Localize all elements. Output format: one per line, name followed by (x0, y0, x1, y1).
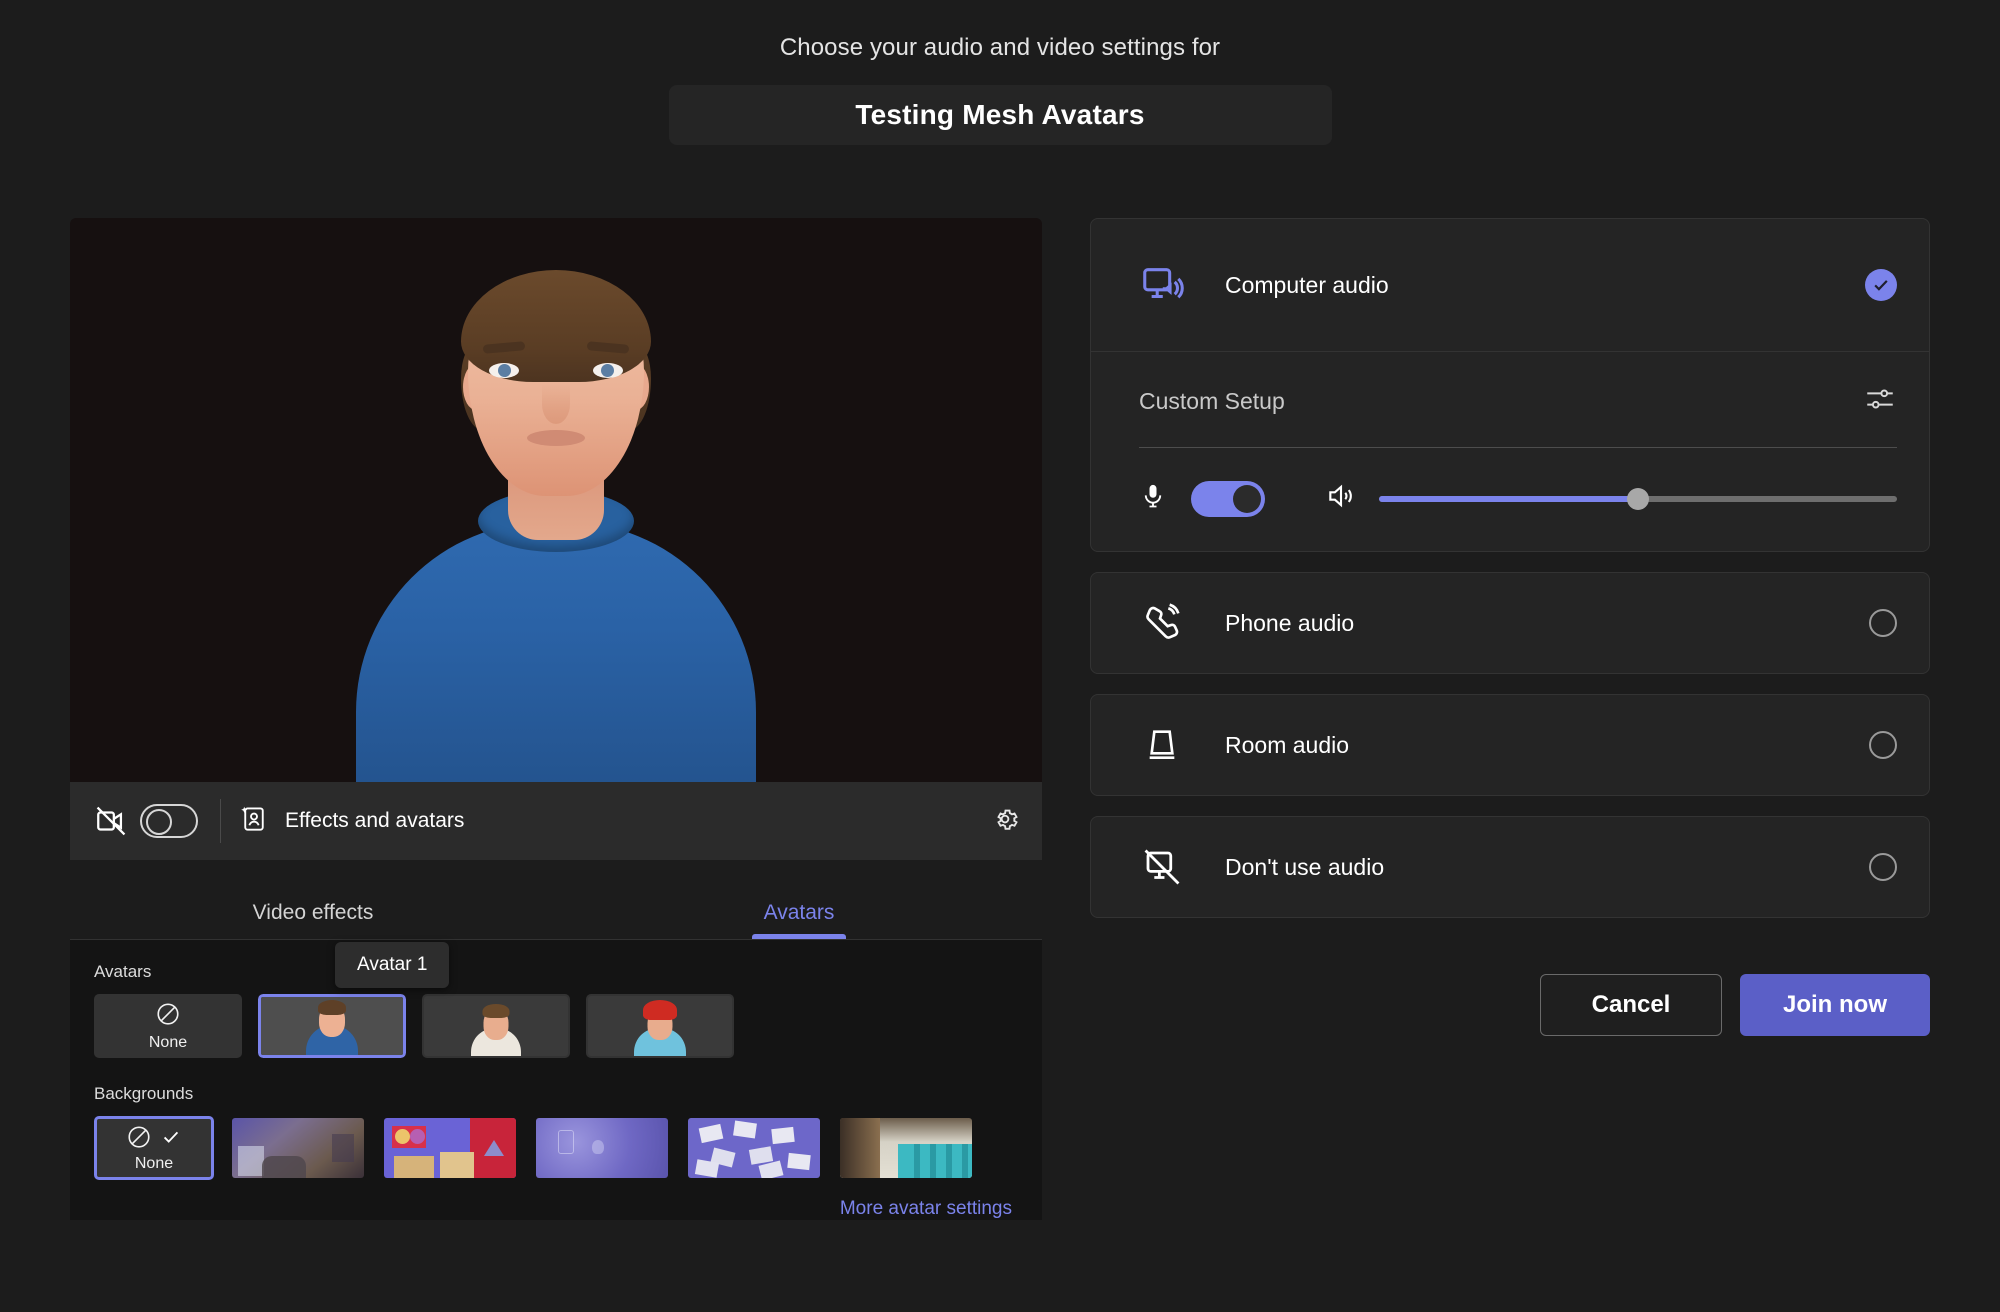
avatars-section-label: Avatars (94, 962, 152, 981)
computer-audio-card: Computer audio Custom Setup (1090, 218, 1930, 552)
background-option-none[interactable]: None (94, 1116, 214, 1180)
avatar-render (341, 270, 771, 782)
toolbar-divider (220, 799, 221, 843)
audio-option-none[interactable]: Don't use audio (1091, 817, 1929, 917)
microphone-icon (1139, 480, 1167, 517)
room-audio-radio[interactable] (1869, 731, 1897, 759)
none-circle-slash-icon (126, 1124, 152, 1155)
effects-and-avatars-button[interactable]: Effects and avatars (239, 804, 464, 839)
camera-toggle[interactable] (140, 804, 198, 838)
custom-setup-controls (1139, 480, 1897, 517)
avatar-option-2[interactable] (422, 994, 570, 1058)
background-none-label: None (134, 1154, 174, 1172)
avatar-mouth (527, 430, 585, 446)
audio-option-computer[interactable]: Computer audio (1091, 219, 1929, 351)
background-option-purple-blur[interactable] (534, 1116, 670, 1180)
video-preview-stage (70, 218, 1042, 782)
custom-setup-divider (1139, 447, 1897, 448)
avatar-iris-left (498, 364, 511, 377)
no-audio-radio[interactable] (1869, 853, 1897, 881)
avatar-iris-right (601, 364, 614, 377)
avatar-none-label: None (148, 1033, 188, 1051)
gear-icon[interactable] (990, 804, 1020, 839)
microphone-toggle[interactable] (1191, 480, 1265, 517)
backgrounds-section-label: Backgrounds (94, 1084, 194, 1103)
avatars-thumb-row: None (94, 992, 1018, 1060)
volume-slider[interactable] (1379, 487, 1897, 510)
tab-avatars[interactable]: Avatars (556, 901, 1042, 939)
room-audio-icon (1135, 725, 1189, 765)
no-audio-card: Don't use audio (1090, 816, 1930, 918)
room-audio-card: Room audio (1090, 694, 1930, 796)
video-toolbar: Effects and avatars (70, 782, 1042, 860)
avatar-option-3[interactable] (586, 994, 734, 1058)
avatar-nose (542, 384, 570, 424)
backgrounds-thumb-row: None (94, 1116, 1018, 1180)
none-circle-slash-icon (155, 1001, 181, 1032)
avatar-tooltip: Avatar 1 (335, 942, 450, 988)
header-subtitle: Choose your audio and video settings for (779, 34, 1221, 61)
audio-option-room[interactable]: Room audio (1091, 695, 1929, 795)
custom-setup-header: Custom Setup (1139, 382, 1897, 421)
effects-and-avatars-label: Effects and avatars (285, 809, 465, 832)
avatar-option-1[interactable] (256, 992, 408, 1060)
background-option-colorful-studio[interactable] (382, 1116, 518, 1180)
cancel-button[interactable]: Cancel (1540, 974, 1722, 1036)
join-now-button[interactable]: Join now (1740, 974, 1930, 1036)
background-option-lockers-hallway[interactable] (838, 1116, 974, 1180)
avatar-option-none[interactable]: None (94, 994, 242, 1058)
audio-option-room-label: Room audio (1225, 731, 1350, 758)
video-preview-column: Effects and avatars Video effects Avatar… (70, 218, 1042, 1220)
audio-options-column: Computer audio Custom Setup Phone audio … (1090, 218, 1930, 1036)
tab-video-effects[interactable]: Video effects (70, 901, 556, 939)
phone-audio-icon (1135, 603, 1189, 643)
check-icon (160, 1126, 182, 1153)
phone-audio-radio[interactable] (1869, 609, 1897, 637)
camera-off-icon (94, 804, 128, 838)
avatars-panel: Avatar 1 Avatars None Backgrounds None M… (70, 940, 1042, 1220)
audio-option-phone[interactable]: Phone audio (1091, 573, 1929, 673)
custom-setup-title: Custom Setup (1139, 388, 1285, 414)
audio-option-computer-label: Computer audio (1225, 271, 1389, 298)
computer-audio-icon (1135, 262, 1189, 308)
audio-option-phone-label: Phone audio (1225, 609, 1355, 636)
meeting-title-band: Testing Mesh Avatars (668, 85, 1332, 145)
more-avatar-settings-link[interactable]: More avatar settings (94, 1180, 1018, 1220)
action-buttons: Cancel Join now (1090, 974, 1930, 1036)
computer-audio-selected-check[interactable] (1865, 269, 1897, 301)
custom-setup-section: Custom Setup (1091, 351, 1929, 551)
audio-option-none-label: Don't use audio (1225, 853, 1385, 880)
avatar-torso (356, 522, 756, 782)
phone-audio-card: Phone audio (1090, 572, 1930, 674)
avatar-hair-top (461, 270, 651, 382)
meeting-title: Testing Mesh Avatars (855, 99, 1145, 130)
background-option-living-room[interactable] (230, 1116, 366, 1180)
effects-tabs: Video effects Avatars (70, 860, 1042, 940)
no-audio-icon (1135, 846, 1189, 888)
effects-avatar-icon (239, 804, 269, 839)
tune-sliders-icon[interactable] (1863, 382, 1897, 421)
speaker-icon (1325, 480, 1357, 517)
prejoin-header: Choose your audio and video settings for… (0, 0, 2000, 145)
background-option-photo-wall[interactable] (686, 1116, 822, 1180)
